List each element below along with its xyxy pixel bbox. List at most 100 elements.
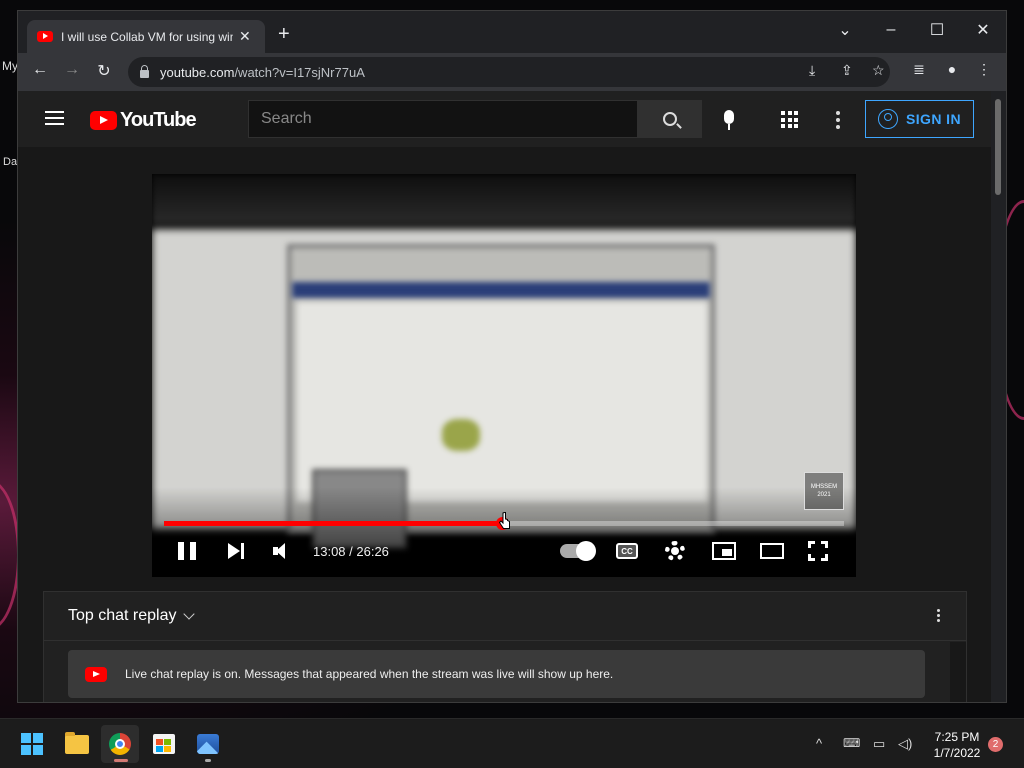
- chat-info-message: Live chat replay is on. Messages that ap…: [125, 667, 614, 681]
- start-icon: [21, 733, 43, 755]
- settings-button[interactable]: [665, 539, 685, 563]
- volume-icon: [273, 543, 293, 559]
- autoplay-icon: [560, 541, 596, 561]
- chat-title: Top chat replay: [68, 607, 177, 624]
- next-button[interactable]: [228, 539, 244, 563]
- taskbar-chrome[interactable]: [101, 725, 139, 763]
- back-button[interactable]: ←: [29, 61, 51, 79]
- channel-watermark[interactable]: MHSSEM 2021: [804, 472, 844, 510]
- chrome-icon: [109, 733, 131, 755]
- browser-window: I will use Collab VM for using windows ✕…: [17, 10, 1007, 703]
- minimize-button[interactable]: –: [868, 15, 914, 45]
- address-bar[interactable]: youtube.com/watch?v=I17sjNr77uA ⤓ ⇪ ☆: [128, 57, 890, 87]
- forward-button[interactable]: →: [61, 61, 83, 79]
- url-text: youtube.com/watch?v=I17sjNr77uA: [160, 65, 365, 80]
- chevron-down-icon: [182, 607, 195, 620]
- settings-kebab-icon[interactable]: [836, 111, 840, 129]
- youtube-logo-text: YouTube: [120, 109, 197, 131]
- install-icon[interactable]: ⤓: [809, 62, 815, 79]
- clock-time: 7:25 PM: [934, 730, 980, 744]
- video-player[interactable]: MHSSEM 2021 13:08 / 26:26 CC: [152, 174, 856, 577]
- tab-search-button[interactable]: ⌄: [822, 15, 868, 45]
- cc-icon: CC: [616, 543, 638, 559]
- tab-youtube[interactable]: I will use Collab VM for using windows ✕: [27, 20, 265, 53]
- taskbar-store[interactable]: [145, 725, 183, 763]
- keyboard-icon[interactable]: ⌨: [843, 736, 860, 750]
- browser-toolbar: ← → ↻ youtube.com/watch?v=I17sjNr77uA ⤓ …: [18, 53, 1006, 91]
- guide-menu-icon[interactable]: [45, 111, 64, 125]
- chat-scrollbar[interactable]: [950, 642, 966, 702]
- running-app-indicator: [205, 759, 211, 762]
- chat-info-banner: Live chat replay is on. Messages that ap…: [68, 650, 925, 698]
- sign-in-button[interactable]: SIGN IN: [865, 100, 974, 138]
- tab-close-icon[interactable]: ✕: [239, 28, 251, 45]
- fullscreen-button[interactable]: [808, 539, 828, 563]
- pause-button[interactable]: [178, 539, 196, 563]
- sign-in-label: SIGN IN: [906, 111, 961, 127]
- voice-search-icon[interactable]: [724, 110, 734, 130]
- video-frame: [292, 282, 710, 298]
- network-icon[interactable]: ▭: [873, 736, 885, 752]
- store-icon: [153, 734, 175, 754]
- theater-mode-button[interactable]: [760, 539, 784, 563]
- close-window-button[interactable]: ✕: [960, 15, 1006, 45]
- time-display: 13:08 / 26:26: [313, 539, 389, 563]
- video-frame: [152, 174, 856, 224]
- progress-played: [164, 521, 502, 526]
- new-tab-button[interactable]: +: [278, 23, 290, 46]
- active-app-indicator: [114, 759, 128, 762]
- search-placeholder: Search: [261, 110, 312, 127]
- notification-badge[interactable]: 2: [988, 737, 1003, 752]
- controls-gradient: [152, 487, 856, 577]
- theater-icon: [760, 543, 784, 559]
- url-host: youtube.com: [160, 64, 235, 80]
- profile-icon[interactable]: ●: [941, 61, 963, 77]
- tab-title: I will use Collab VM for using windows: [61, 29, 233, 44]
- search-input[interactable]: Search: [248, 100, 638, 138]
- scrollbar-thumb[interactable]: [995, 99, 1001, 195]
- desktop-icon-label[interactable]: Da: [3, 156, 17, 168]
- pause-icon: [178, 542, 196, 560]
- file-explorer-icon: [65, 731, 89, 754]
- maximize-button[interactable]: ☐: [914, 15, 960, 45]
- taskbar: ^ ⌨ ▭ ◁) 7:25 PM 1/7/2022 2: [0, 718, 1024, 768]
- next-track-icon: [228, 543, 244, 559]
- gear-icon: [665, 541, 685, 561]
- chat-header[interactable]: Top chat replay: [44, 592, 966, 641]
- desktop-icon-label[interactable]: My: [2, 59, 18, 73]
- bookmark-star-icon[interactable]: ☆: [872, 62, 885, 79]
- search-button[interactable]: [638, 100, 702, 138]
- clock-date: 1/7/2022: [933, 746, 981, 760]
- page-scrollbar[interactable]: [991, 91, 1006, 702]
- mute-button[interactable]: [273, 539, 293, 563]
- chat-menu-icon[interactable]: [937, 609, 941, 622]
- youtube-header: YouTube Search SIGN IN: [18, 91, 993, 147]
- taskbar-photos[interactable]: [189, 725, 227, 763]
- video-frame: [442, 419, 480, 451]
- miniplayer-icon: [712, 542, 736, 560]
- start-button[interactable]: [13, 725, 51, 763]
- lock-icon[interactable]: [140, 65, 149, 78]
- reload-button[interactable]: ↻: [93, 61, 115, 81]
- speaker-icon[interactable]: ◁): [898, 736, 912, 752]
- mouse-cursor-icon: [499, 512, 510, 529]
- url-path: /watch?v=I17sjNr77uA: [234, 64, 365, 80]
- account-icon: [878, 109, 899, 129]
- time-text: 13:08 / 26:26: [313, 543, 389, 559]
- youtube-play-icon: [90, 111, 117, 130]
- photos-icon: [197, 734, 219, 754]
- browser-menu-icon[interactable]: ⋮: [973, 61, 995, 78]
- system-clock[interactable]: 7:25 PM 1/7/2022: [926, 729, 988, 761]
- share-icon[interactable]: ⇪: [841, 62, 853, 79]
- apps-grid-icon[interactable]: [781, 111, 798, 128]
- watermark-text: MHSSEM 2021: [810, 484, 838, 498]
- autoplay-toggle[interactable]: [560, 539, 596, 563]
- search-icon: [663, 112, 677, 126]
- youtube-logo[interactable]: YouTube: [90, 109, 197, 132]
- subtitles-button[interactable]: CC: [616, 539, 638, 563]
- reading-list-icon[interactable]: ≣: [908, 61, 930, 78]
- fullscreen-icon: [808, 541, 828, 561]
- miniplayer-button[interactable]: [712, 539, 736, 563]
- taskbar-file-explorer[interactable]: [58, 725, 96, 763]
- tray-overflow-chevron-icon[interactable]: ^: [816, 736, 822, 751]
